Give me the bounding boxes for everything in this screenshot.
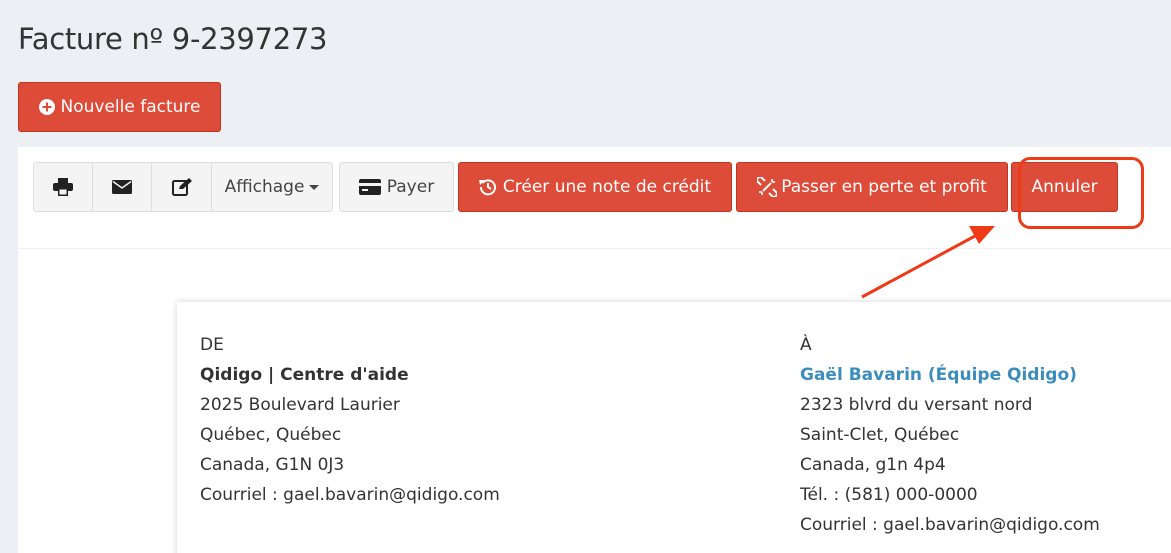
- write-off-label: Passer en perte et profit: [781, 177, 987, 197]
- from-label: DE: [200, 335, 224, 355]
- credit-note-label: Créer une note de crédit: [502, 177, 712, 197]
- to-street: 2323 blvrd du versant nord: [800, 395, 1033, 415]
- write-off-button[interactable]: Passer en perte et profit: [736, 162, 1008, 212]
- invoice-panel: Affichage Payer Créer une note de crédit…: [18, 147, 1171, 553]
- new-invoice-button[interactable]: Nouvelle facture: [18, 82, 221, 132]
- to-label: À: [800, 335, 812, 355]
- pay-label: Payer: [386, 177, 435, 197]
- print-icon: [53, 178, 73, 196]
- cancel-invoice-button[interactable]: Annuler: [1011, 162, 1118, 212]
- caret-down-icon: [309, 184, 320, 190]
- pay-button[interactable]: Payer: [339, 162, 454, 212]
- email-button[interactable]: [92, 162, 152, 212]
- from-name: Qidigo | Centre d'aide: [200, 365, 409, 385]
- envelope-icon: [112, 180, 132, 194]
- invoice-document: DE Qidigo | Centre d'aide 2025 Boulevard…: [177, 302, 1171, 553]
- from-street: 2025 Boulevard Laurier: [200, 395, 400, 415]
- unlink-icon: [757, 177, 778, 197]
- to-address: À Gaël Bavarin (Équipe Qidigo) 2323 blvr…: [800, 330, 1100, 540]
- to-city: Saint-Clet, Québec: [800, 425, 960, 445]
- new-invoice-label: Nouvelle facture: [60, 97, 201, 117]
- to-name-link[interactable]: Gaël Bavarin (Équipe Qidigo): [800, 360, 1100, 390]
- page-title: Facture nº 9-2397273: [18, 22, 328, 56]
- from-address: DE Qidigo | Centre d'aide 2025 Boulevard…: [200, 330, 500, 510]
- to-email: Courriel : gael.bavarin@qidigo.com: [800, 515, 1100, 535]
- edit-button[interactable]: [151, 162, 212, 212]
- cancel-label: Annuler: [1031, 177, 1098, 197]
- from-email: Courriel : gael.bavarin@qidigo.com: [200, 485, 500, 505]
- from-city: Québec, Québec: [200, 425, 342, 445]
- credit-card-icon: [358, 179, 381, 195]
- print-button[interactable]: [33, 162, 93, 212]
- create-credit-note-button[interactable]: Créer une note de crédit: [458, 162, 732, 212]
- display-label: Affichage: [224, 177, 305, 197]
- to-country-postal: Canada, g1n 4p4: [800, 455, 946, 475]
- edit-icon: [171, 178, 192, 196]
- history-icon: [478, 178, 497, 196]
- to-phone: Tél. : (581) 000-0000: [800, 485, 978, 505]
- from-country-postal: Canada, G1N 0J3: [200, 455, 345, 475]
- plus-circle-icon: [38, 99, 55, 115]
- panel-divider: [18, 248, 1171, 249]
- display-dropdown[interactable]: Affichage: [211, 162, 333, 212]
